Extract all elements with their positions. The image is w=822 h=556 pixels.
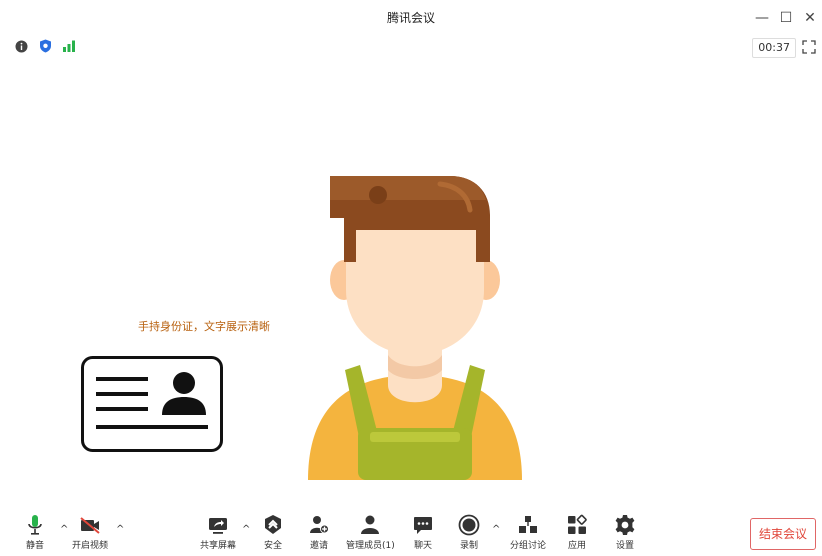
chat-button[interactable]: 聊天 [412,514,434,551]
close-button[interactable]: ✕ [798,6,822,30]
chat-bubble-icon [414,517,432,534]
share-screen-button[interactable]: 共享屏幕 [200,514,236,551]
mute-button[interactable]: 静音 [26,514,44,551]
record-icon [458,514,480,536]
start-video-button[interactable]: 开启视频 [72,514,108,551]
settings-label: 设置 [615,541,634,551]
apps-label: 应用 [567,541,586,551]
minimize-button[interactable]: — [750,6,774,30]
shield-icon[interactable] [38,39,52,53]
security-label: 安全 [263,541,282,551]
status-row: 00:37 [0,35,822,59]
breakout-rooms-icon [519,516,537,533]
invite-label: 邀请 [309,541,328,551]
security-shield-icon [265,515,281,534]
gear-icon [615,515,635,535]
share-screen-icon [209,518,227,534]
manage-members-label: 管理成员(1) [346,541,395,551]
share-options-caret[interactable]: ^ [242,524,250,535]
mute-label: 静音 [26,541,45,551]
meeting-timer: 00:37 [752,38,796,58]
apps-button[interactable]: 应用 [566,514,588,551]
id-hint-text: 手持身份证，文字展示清晰 [138,320,270,333]
manage-members-button[interactable]: 管理成员(1) [346,514,395,551]
record-button[interactable]: 录制 [458,514,480,551]
record-label: 录制 [459,541,478,551]
share-screen-label: 共享屏幕 [200,541,237,551]
maximize-button[interactable]: ☐ [774,6,798,30]
window-title: 腾讯会议 [386,11,435,25]
microphone-icon [28,515,42,535]
invite-button[interactable]: 邀请 [308,514,330,551]
video-options-caret[interactable]: ^ [116,524,124,535]
audio-options-caret[interactable]: ^ [60,524,68,535]
id-card-icon [80,355,224,453]
video-off-icon [80,517,100,534]
participant-avatar [300,170,530,480]
members-icon [361,515,380,534]
invite-user-icon [310,516,329,534]
end-meeting-button[interactable]: 结束会议 [750,518,816,550]
breakout-rooms-button[interactable]: 分组讨论 [510,514,546,551]
record-options-caret[interactable]: ^ [492,524,500,535]
info-icon[interactable] [14,39,28,53]
fullscreen-icon[interactable] [802,39,816,54]
window-controls: — ☐ ✕ [750,0,822,35]
start-video-label: 开启视频 [72,541,109,551]
breakout-rooms-label: 分组讨论 [510,541,547,551]
apps-grid-icon [568,514,587,534]
settings-button[interactable]: 设置 [614,514,636,551]
chat-label: 聊天 [413,541,432,551]
meeting-toolbar: 静音 ^ 开启视频 ^ 共享屏幕 ^ 安全 邀请 管理成员(1) 聊天 录制 ^… [0,510,822,556]
signal-strength-icon[interactable] [62,39,76,53]
title-bar: 腾讯会议 — ☐ ✕ [0,0,822,35]
security-button[interactable]: 安全 [262,514,284,551]
